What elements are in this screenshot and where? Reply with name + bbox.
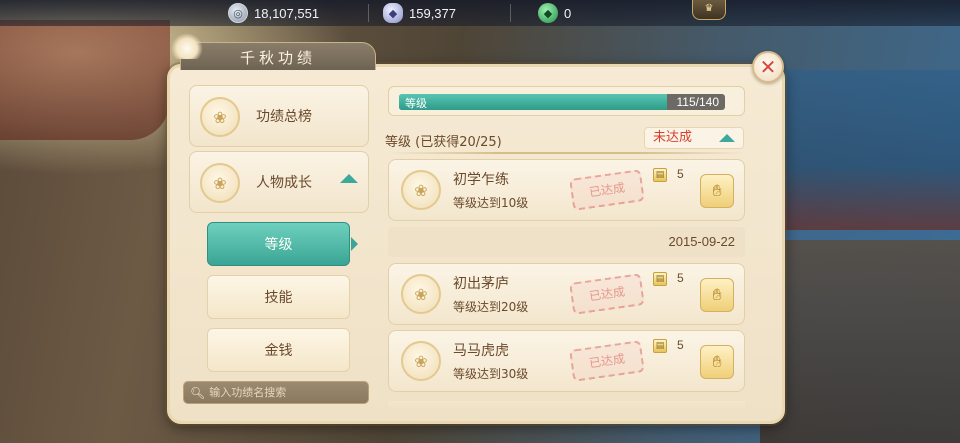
achievement-name: 初学乍练	[453, 172, 509, 188]
level-progress-card: 等级 115/140	[388, 86, 745, 116]
background-building-right	[770, 70, 960, 230]
reward-count: 5	[677, 271, 684, 285]
completed-stamp: 已达成	[569, 340, 645, 382]
claim-reward-icon[interactable]: ✋︎	[700, 278, 734, 312]
achievement-desc: 等级达到20级	[453, 300, 529, 314]
subnav-skills[interactable]: 技能	[207, 275, 350, 319]
achievement-card[interactable]: ❀ 马马虎虎 等级达到30级 已达成 ▤ 5 ✋︎	[388, 330, 745, 392]
subnav-level[interactable]: 等级	[207, 222, 350, 266]
achievement-card[interactable]: ❀ 初学乍练 等级达到10级 已达成 ▤ 5 ✋︎	[388, 159, 745, 221]
close-icon: ✕	[759, 55, 777, 79]
background-ground-right	[760, 240, 960, 443]
crown-badge-icon[interactable]: ♛	[692, 0, 726, 20]
panel-title-tab: 千秋功绩	[171, 33, 376, 70]
close-button[interactable]: ✕	[752, 51, 784, 83]
lotus-emblem-icon: ❀	[200, 163, 240, 203]
claim-reward-icon[interactable]: ✋︎	[700, 345, 734, 379]
level-progress-fill	[399, 94, 667, 110]
resource-divider	[510, 4, 511, 22]
achievement-name: 马马虎虎	[453, 343, 509, 359]
nav-item-label: 功绩总榜	[256, 109, 312, 125]
reward-scroll-icon: ▤	[653, 272, 667, 286]
section-header: 等级 (已获得20/25)	[385, 135, 502, 150]
coin-icon: ◎	[228, 3, 248, 23]
achievement-desc: 等级达到10级	[453, 196, 529, 210]
lotus-emblem-icon: ❀	[401, 341, 441, 381]
resource-divider	[368, 4, 369, 22]
silver-ingot-icon: ◆	[383, 3, 403, 23]
search-icon: 🔍︎	[190, 385, 206, 400]
achievement-desc: 等级达到30级	[453, 367, 529, 381]
reward-count: 5	[677, 167, 684, 181]
achievement-card[interactable]: ❀ 初出茅庐 等级达到20级 已达成 ▤ 5 ✋︎	[388, 263, 745, 325]
completed-stamp: 已达成	[569, 273, 645, 315]
achievement-date: 2015-09-22	[668, 234, 736, 249]
lotus-emblem-icon: ❀	[200, 97, 240, 137]
reward-count: 5	[677, 338, 684, 352]
lotus-emblem-icon: ❀	[401, 274, 441, 314]
subnav-money[interactable]: 金钱	[207, 328, 350, 372]
jade-gem-icon: ◆	[538, 3, 558, 23]
resource-bar: ◎ 18,107,551 ◆ 159,377 ◆ 0 ♛	[0, 0, 960, 26]
silver-amount: 159,377	[409, 5, 456, 21]
reward-scroll-icon: ▤	[653, 339, 667, 353]
chevron-up-icon	[719, 134, 735, 142]
lotus-emblem-icon: ❀	[401, 170, 441, 210]
completed-stamp: 已达成	[569, 169, 645, 211]
reward-scroll-icon: ▤	[653, 168, 667, 182]
silver-resource: ◆ 159,377	[383, 3, 456, 23]
chevron-up-icon[interactable]	[340, 174, 358, 183]
nav-item-label: 人物成长	[256, 175, 312, 191]
search-bar[interactable]: 🔍︎	[183, 381, 369, 404]
background-building-left	[0, 20, 170, 140]
date-row: 2015-09-22	[388, 227, 745, 257]
jade-amount: 0	[564, 5, 572, 21]
progress-label: 等级	[405, 97, 427, 110]
nav-item-leaderboard[interactable]: ❀ 功绩总榜	[189, 85, 369, 147]
search-input[interactable]	[209, 386, 368, 399]
nav-item-character-growth[interactable]: ❀ 人物成长	[189, 151, 369, 213]
progress-count: 115/140	[676, 95, 720, 109]
panel-title: 千秋功绩	[239, 49, 316, 67]
status-filter-label: 未达成	[653, 130, 693, 145]
status-filter[interactable]: 未达成	[644, 127, 744, 149]
coin-amount: 18,107,551	[254, 5, 320, 21]
claim-reward-icon[interactable]: ✋︎	[700, 174, 734, 208]
active-pointer-icon	[351, 237, 358, 251]
list-scroll-fade	[388, 401, 745, 409]
coin-resource: ◎ 18,107,551	[228, 3, 319, 23]
jade-resource: ◆ 0	[538, 3, 571, 23]
section-divider	[388, 152, 745, 154]
level-progress-bar: 等级 115/140	[399, 94, 725, 110]
achievement-name: 初出茅庐	[453, 276, 509, 292]
